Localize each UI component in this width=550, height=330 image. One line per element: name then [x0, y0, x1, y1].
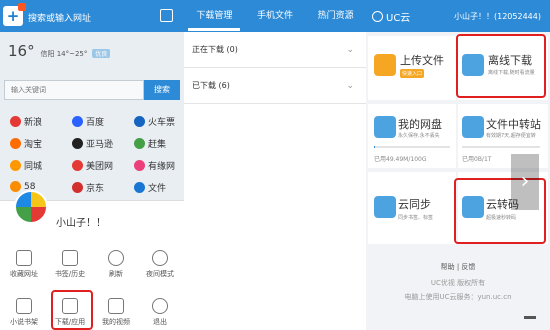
- site-link[interactable]: 亚马逊: [72, 137, 113, 150]
- refresh-icon: [108, 250, 124, 266]
- menu-bookmark-add[interactable]: 收藏网址: [2, 250, 46, 279]
- menu-night-mode[interactable]: 夜间模式: [138, 250, 182, 279]
- chevron-right-icon[interactable]: ›: [511, 154, 539, 210]
- quick-entry-badge: 快速入口: [400, 69, 425, 78]
- transfer-usage-bar: [462, 146, 540, 148]
- menu-my-videos[interactable]: 我的视频: [94, 298, 138, 327]
- site-link[interactable]: 有缘网: [134, 159, 175, 172]
- sync-icon: [374, 196, 396, 218]
- site-link[interactable]: 赶集: [134, 137, 166, 150]
- active-tab-indicator: [188, 28, 240, 31]
- file-icon: [134, 182, 145, 193]
- baidu-icon: [72, 116, 83, 127]
- user-name: 小山子！！: [56, 218, 106, 229]
- cloud-header: UC云 小山子！！(12052444): [366, 0, 550, 32]
- site-link[interactable]: 同城: [10, 159, 42, 172]
- weather-widget[interactable]: 16° 信阳 14°~25° 优良: [8, 42, 111, 60]
- moon-icon: [152, 250, 168, 266]
- train-icon: [134, 116, 145, 127]
- uc-cloud-panel: UC云 小山子！！(12052444) 上传文件 快速入口 离线下载 离线下载,…: [366, 0, 550, 330]
- search-button[interactable]: 搜索: [144, 80, 180, 100]
- weibo-icon: [10, 116, 21, 127]
- disk-usage-fill: [374, 146, 375, 148]
- sync-subtitle: 同步书签、标签: [398, 215, 434, 221]
- avatar[interactable]: [14, 190, 48, 224]
- jd-icon: [72, 182, 83, 193]
- upload-icon: [374, 54, 396, 76]
- tab-hot-resources[interactable]: 热门资源: [305, 0, 366, 32]
- play-icon: [108, 298, 124, 314]
- menu-novel-shelf[interactable]: 小说书架: [2, 298, 46, 327]
- browser-home-panel: + 搜索或输入网址 16° 信阳 14°~25° 优良 搜索 新浪 百度 火车票…: [0, 0, 184, 330]
- highlight-offline-download: [456, 34, 546, 98]
- upload-card[interactable]: 上传文件 快速入口: [368, 36, 456, 100]
- bookmark-icon: [62, 250, 78, 266]
- weather-temperature: 16°: [8, 42, 35, 60]
- menu-refresh[interactable]: 刷新: [94, 250, 138, 279]
- site-link[interactable]: 火车票: [134, 115, 175, 128]
- upload-title: 上传文件: [400, 54, 444, 67]
- site-link[interactable]: 百度: [72, 115, 104, 128]
- transfer-title: 文件中转站: [486, 118, 541, 131]
- youyuan-icon: [134, 160, 145, 171]
- transfer-subtitle: 有效期7天,超存便宜转: [486, 133, 536, 139]
- transfer-quota: 已用0B/1T: [462, 156, 492, 163]
- download-manager-panel: 下载管理 手机文件 热门资源 正在下载 (0) ⌄ 已下载 (6) ⌄: [184, 0, 366, 330]
- address-bar: + 搜索或输入网址: [0, 0, 184, 32]
- help-feedback-link[interactable]: 帮助 | 反馈: [366, 262, 550, 272]
- taobao-icon: [10, 138, 21, 149]
- meituan-icon: [72, 160, 83, 171]
- 58-icon: [10, 160, 21, 171]
- air-quality-badge: 优良: [92, 49, 111, 58]
- chevron-down-icon: ⌄: [346, 81, 354, 91]
- url-input[interactable]: 搜索或输入网址: [28, 11, 91, 24]
- power-icon: [152, 298, 168, 314]
- download-tabs: 下载管理 手机文件 热门资源: [184, 0, 366, 32]
- disk-usage-bar: [374, 146, 450, 148]
- search-box: 搜索: [4, 80, 180, 100]
- my-disk-card[interactable]: 我的网盘 永久保存,永不丢失 已用49.49M/100G: [368, 104, 456, 168]
- menu-bookmarks-history[interactable]: 书签/历史: [48, 250, 92, 279]
- disk-quota: 已用49.49M/100G: [374, 156, 427, 163]
- menu-icon[interactable]: [524, 316, 536, 324]
- site-link[interactable]: 美团网: [72, 159, 113, 172]
- cloud-logo-icon: [372, 11, 383, 22]
- cloud-sync-card[interactable]: 云同步 同步书签、标签: [368, 172, 456, 244]
- site-link[interactable]: 京东: [72, 181, 104, 194]
- menu-exit[interactable]: 退出: [138, 298, 182, 327]
- weather-location: 信阳 14°~25°: [40, 50, 88, 58]
- site-link[interactable]: 淘宝: [10, 137, 42, 150]
- search-input[interactable]: [4, 80, 144, 100]
- star-icon: [16, 250, 32, 266]
- copyright-text: UC优视 版权所有: [430, 279, 486, 287]
- chevron-down-icon: ⌄: [346, 45, 354, 55]
- disk-subtitle: 永久保存,永不丢失: [398, 133, 440, 139]
- site-icon: [10, 181, 21, 192]
- highlight-downloads: [51, 290, 93, 330]
- amazon-icon: [72, 138, 83, 149]
- cloud-disk-icon: [374, 116, 396, 138]
- notification-dot: [18, 3, 26, 11]
- cloud-brand: UC云: [372, 9, 410, 24]
- transfer-icon: [462, 116, 484, 138]
- book-icon: [16, 298, 32, 314]
- cloud-user: 小山子！！(12052444): [454, 12, 541, 21]
- disk-title: 我的网盘: [398, 118, 442, 131]
- new-tab-button[interactable]: +: [3, 3, 26, 26]
- site-link[interactable]: 新浪: [10, 115, 42, 128]
- sync-title: 云同步: [398, 198, 431, 211]
- tab-phone-files[interactable]: 手机文件: [245, 0, 306, 32]
- ganji-icon: [134, 138, 145, 149]
- site-link[interactable]: 文件: [134, 181, 166, 194]
- scan-icon[interactable]: [160, 9, 173, 22]
- downloading-section[interactable]: 正在下载 (0) ⌄: [184, 32, 366, 68]
- pc-service-hint: 电脑上使用UC云服务：yun.uc.cn: [404, 293, 512, 301]
- downloaded-section[interactable]: 已下载 (6) ⌄: [184, 68, 366, 104]
